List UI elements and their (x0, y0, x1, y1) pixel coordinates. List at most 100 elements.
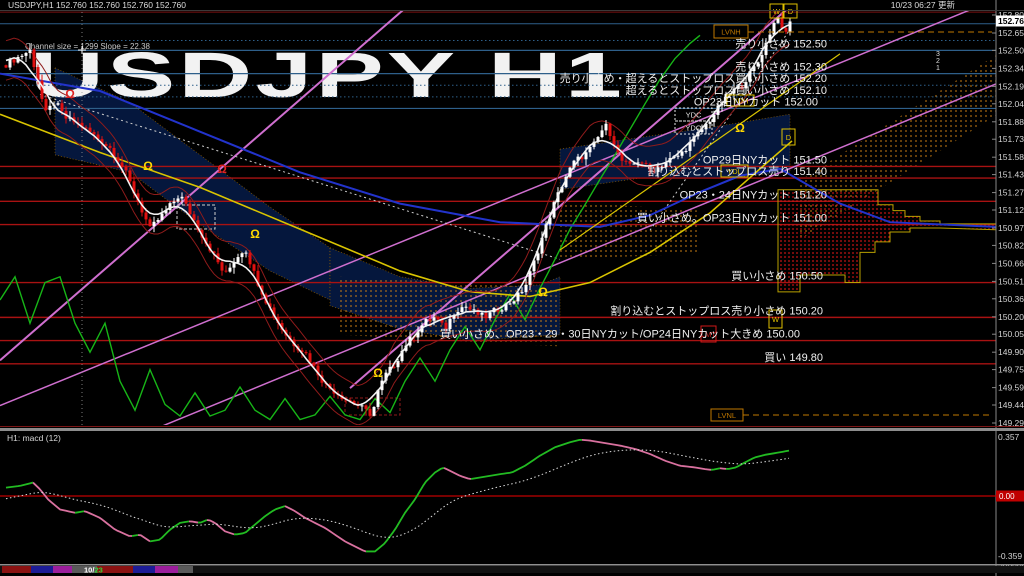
candle-body (708, 122, 712, 124)
count-digit: 1 (936, 65, 940, 72)
candle-body (248, 252, 252, 265)
candle-body (24, 53, 28, 56)
price-tick-label: 151.735 (998, 134, 1024, 144)
candle-body (460, 307, 464, 313)
symbol-ohlc-label: USDJPY,H1 152.760 152.760 152.760 152.76… (8, 0, 186, 10)
candle-body (368, 408, 372, 416)
price-tick-label: 151.580 (998, 152, 1024, 162)
candle-body (4, 65, 8, 68)
current-price-tag: 152.760 (996, 15, 1024, 27)
candle-body (224, 270, 228, 272)
macd-min-label: -0.359 (998, 551, 1022, 561)
svg-text:152.760: 152.760 (998, 16, 1024, 26)
candle-body (484, 312, 488, 319)
candle-body (364, 405, 368, 409)
omega-marker: Ω (538, 285, 548, 299)
candle-body (428, 319, 432, 321)
trading-chart-window: USDJPY H1 Channel size = 1299 Slope = 22… (0, 0, 1024, 576)
trade-note: OP23・24日NYカット 151.20 (680, 188, 827, 201)
candle-body (784, 28, 788, 32)
candle-body (236, 257, 240, 263)
candle-body (252, 264, 256, 271)
candle-body (244, 252, 248, 254)
candle-body (144, 212, 148, 220)
candle-body (32, 49, 36, 68)
omega-marker: Ω (735, 121, 745, 135)
price-tick-label: 150.055 (998, 329, 1024, 339)
omega-marker: Ω (250, 227, 260, 241)
candle-body (424, 319, 428, 326)
candle-body (432, 317, 436, 321)
candle-body (220, 262, 224, 271)
price-tick-label: 150.665 (998, 258, 1024, 268)
session-segment (178, 566, 193, 573)
candle-body (712, 114, 716, 123)
candle-body (312, 362, 316, 366)
label-text: LVNL (718, 411, 736, 420)
candle-body (372, 406, 376, 416)
candle-body (472, 309, 476, 311)
omega-marker: Ω (373, 366, 383, 380)
candle-body (396, 361, 400, 368)
price-tick-label: 150.510 (998, 276, 1024, 286)
label-text: D (788, 7, 794, 16)
session-segment (31, 566, 53, 573)
candle-body (524, 284, 528, 293)
session-segment (53, 566, 72, 573)
candle-body (20, 55, 24, 57)
candle-body (360, 405, 364, 407)
macd-zero-tag: 0.00 (996, 490, 1024, 502)
candle-body (508, 303, 512, 305)
candle-body (8, 59, 12, 68)
candle-body (480, 312, 484, 315)
price-tick-label: 151.885 (998, 117, 1024, 127)
chart-canvas[interactable]: USDJPY H1 Channel size = 1299 Slope = 22… (0, 0, 1024, 576)
candle-body (108, 145, 112, 148)
candle-body (60, 103, 64, 111)
trade-note: 割り込むとストップロス売り 151.40 (647, 164, 827, 178)
price-tick-label: 149.750 (998, 365, 1024, 375)
candle-body (500, 310, 504, 312)
candle-body (520, 292, 524, 294)
trade-note: OP23日NYカット 152.00 (694, 95, 818, 108)
candle-body (624, 160, 628, 162)
candle-body (512, 301, 516, 304)
candle-body (468, 306, 472, 310)
candle-body (680, 151, 684, 156)
pane-separator (0, 428, 1024, 431)
candle-body (448, 318, 452, 329)
candle-body (152, 221, 156, 227)
candle-body (676, 155, 680, 157)
candle-body (172, 201, 176, 204)
session-date-label: 10/23 (84, 566, 103, 575)
candle-body (12, 59, 16, 63)
label-text: W (773, 7, 781, 16)
candle-body (128, 170, 132, 182)
candle-body (488, 312, 492, 319)
candle-body (788, 21, 792, 32)
candle-body (528, 271, 532, 285)
candle-body (780, 18, 784, 29)
candle-body (124, 166, 128, 171)
candle-body (772, 22, 776, 35)
trade-note: 超えるとストップロス買い小さめ 152.10 (626, 83, 827, 97)
price-tick-label: 152.345 (998, 63, 1024, 73)
candle-body (640, 162, 644, 164)
candle-body (120, 162, 124, 167)
candle-body (776, 18, 780, 23)
macd-max-label: 0.357 (998, 432, 1020, 442)
label-text: D (786, 133, 792, 142)
price-tick-label: 150.360 (998, 294, 1024, 304)
omega-marker: Ω (143, 159, 153, 173)
macd-line-segment (719, 467, 727, 470)
session-segment (155, 566, 178, 573)
candle-body (612, 136, 616, 145)
updated-timestamp: 10/23 06:27 更新 (891, 0, 956, 10)
session-segment (133, 566, 155, 573)
candle-body (464, 306, 468, 308)
candle-body (44, 99, 48, 110)
candle-body (228, 267, 232, 272)
candle-body (604, 123, 608, 131)
candle-body (188, 203, 192, 215)
candle-body (148, 219, 152, 227)
